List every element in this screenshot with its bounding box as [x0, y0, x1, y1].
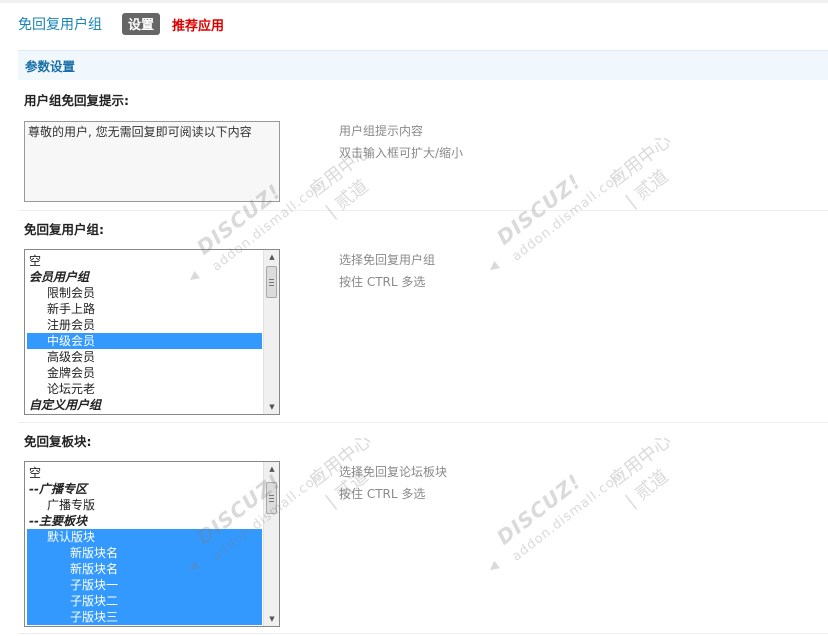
tip-textarea[interactable]: 尊敬的用户, 您无需回复即可阅读以下内容 [24, 121, 280, 202]
watermark: ◀ DISCUZ! addon.dismall.com 应用中心 | 贰道 [467, 99, 704, 312]
scroll-down-arrow-icon[interactable]: ▼ [264, 400, 279, 414]
watermark-cn: 应用中心 | 贰道 [605, 430, 676, 512]
list-option[interactable]: 注册会员 [27, 317, 262, 333]
divider [18, 210, 828, 211]
forums-label: 免回复板块: [24, 434, 92, 449]
groups-hint: 选择免回复用户组 按住 CTRL 多选 [339, 249, 435, 293]
groups-hint-line: 选择免回复用户组 [339, 253, 436, 267]
scroll-down-arrow-icon[interactable]: ▼ [264, 612, 279, 626]
top-border [0, 0, 828, 3]
list-option[interactable]: 金牌会员 [27, 365, 262, 381]
app-title: 免回复用户组 [18, 17, 102, 33]
watermark: ◀ DISCUZ! addon.dismall.com 应用中心 | 贰道 [467, 399, 704, 612]
groups-label: 免回复用户组: [24, 222, 104, 237]
divider [18, 633, 828, 634]
divider [18, 422, 828, 423]
list-option[interactable]: 中级会员 [27, 333, 262, 349]
watermark-logo-icon: ◀ [485, 258, 502, 276]
list-option[interactable]: 高级会员 [27, 349, 262, 365]
tip-label: 用户组免回复提示: [24, 93, 129, 108]
list-option[interactable]: 空 [27, 465, 262, 481]
app-header: 免回复用户组 设置 推荐应用 [18, 12, 224, 36]
tab-recommend[interactable]: 推荐应用 [172, 15, 224, 34]
groups-hint-line: 按住 CTRL 多选 [339, 275, 426, 289]
list-option[interactable]: 子版块三 [27, 609, 262, 625]
watermark-cn: 应用中心 | 贰道 [605, 130, 676, 212]
list-option[interactable]: 论坛元老 [27, 381, 262, 397]
watermark-logo-icon: ◀ [485, 558, 502, 576]
section-header: 参数设置 [18, 50, 828, 80]
list-group-header: 自定义用户组 [29, 398, 102, 412]
tab-settings[interactable]: 设置 [122, 13, 161, 35]
